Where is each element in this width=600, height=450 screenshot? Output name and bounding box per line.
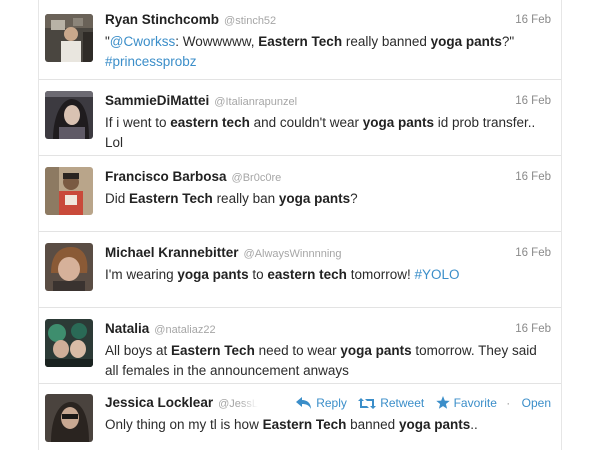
avatar[interactable]: [45, 91, 93, 139]
highlight-term: Eastern Tech: [262, 417, 347, 432]
user-fullname[interactable]: Natalia: [105, 321, 149, 336]
user-fullname[interactable]: Michael Krannebitter: [105, 245, 239, 260]
retweet-action[interactable]: Retweet: [358, 394, 424, 412]
user-handle[interactable]: @Italianrapunzel: [214, 96, 297, 108]
reply-action[interactable]: Reply: [296, 394, 347, 412]
tweet-text-part: ..: [470, 417, 478, 432]
tweet-text-part: Did: [105, 191, 130, 206]
highlight-term: Eastern Tech: [171, 343, 255, 358]
tweet-item[interactable]: Jessica Locklear @JessL Reply Retweet Fav…: [39, 384, 561, 450]
reply-arrow-icon: [296, 397, 312, 409]
tweet-text-part: ?: [350, 191, 358, 206]
tweet-text: If i went to eastern tech and couldn't w…: [105, 113, 551, 153]
star-icon: [435, 396, 450, 409]
tweet-text: All boys at Eastern Tech need to wear yo…: [105, 341, 551, 381]
highlight-term: eastern tech: [170, 115, 250, 130]
tweet-text-part: All boys at: [105, 343, 172, 358]
highlight-term: yoga pants: [278, 191, 351, 206]
tweet-item[interactable]: Michael Krannebitter @AlwaysWinnnning 16 …: [39, 232, 561, 308]
hashtag-link[interactable]: #YOLO: [414, 267, 459, 282]
tweet-text-part: to: [248, 267, 268, 282]
tweet-timestamp[interactable]: 16 Feb: [515, 320, 551, 338]
highlight-term: Eastern Tech: [129, 191, 213, 206]
avatar[interactable]: [45, 243, 93, 291]
tweet-text-part: really banned: [342, 34, 431, 49]
screenshot-frame: Ryan Stinchcomb @stinch52 16 Feb "@Cworks…: [0, 0, 600, 450]
user-handle[interactable]: @stinch52: [224, 15, 276, 27]
tweet-text-part: banned: [346, 417, 399, 432]
tweet-text-part: Only thing on my tl is how: [105, 417, 263, 432]
avatar[interactable]: [45, 14, 93, 62]
tweet-text: "@Cworkss: Wowwwww, Eastern Tech really …: [105, 32, 551, 72]
tweet-timeline: Ryan Stinchcomb @stinch52 16 Feb "@Cworks…: [38, 0, 562, 450]
open-action[interactable]: Open: [522, 394, 551, 412]
tweet-text: Only thing on my tl is how Eastern Tech …: [105, 415, 551, 435]
tweet-text-part: I'm wearing: [105, 267, 178, 282]
tweet-timestamp[interactable]: 16 Feb: [515, 92, 551, 110]
highlight-term: yoga pants: [362, 115, 434, 130]
hashtag-link[interactable]: #princessprobz: [105, 54, 197, 69]
tweet-text-part: tomorrow!: [346, 267, 415, 282]
tweet-timestamp[interactable]: 16 Feb: [515, 11, 551, 29]
tweet-timestamp[interactable]: 16 Feb: [515, 244, 551, 262]
avatar[interactable]: [45, 394, 93, 442]
tweet-text-part: ?": [501, 34, 515, 49]
reply-label: Reply: [316, 396, 347, 410]
user-handle[interactable]: @nataliaz22: [154, 324, 215, 336]
action-separator: ·: [506, 396, 511, 410]
favorite-action[interactable]: Favorite: [435, 394, 497, 412]
tweet-item[interactable]: SammieDiMattei @Italianrapunzel 16 Feb If…: [39, 80, 561, 156]
tweet-timestamp[interactable]: 16 Feb: [515, 168, 551, 186]
user-handle[interactable]: @JessL: [218, 398, 258, 410]
tweet-text-part: and couldn't wear: [249, 115, 363, 130]
tweet-text: Did Eastern Tech really ban yoga pants?: [105, 189, 551, 209]
tweet-text-part: If i went to: [105, 115, 171, 130]
tweet-item[interactable]: Natalia @nataliaz22 16 Feb All boys at Ea…: [39, 308, 561, 384]
highlight-term: yoga pants: [177, 267, 249, 282]
tweet-text: I'm wearing yoga pants to eastern tech t…: [105, 265, 551, 285]
tweet-item[interactable]: Francisco Barbosa @Br0c0re 16 Feb Did Eas…: [39, 156, 561, 232]
highlight-term: Eastern Tech: [258, 34, 343, 49]
tweet-text-part: need to wear: [254, 343, 341, 358]
highlight-term: yoga pants: [430, 34, 502, 49]
retweet-icon: [358, 398, 377, 409]
highlight-term: yoga pants: [398, 417, 471, 432]
user-handle[interactable]: @Br0c0re: [232, 172, 282, 184]
retweet-label: Retweet: [380, 396, 425, 410]
mention-link[interactable]: @Cworkss: [110, 34, 175, 49]
user-fullname[interactable]: Ryan Stinchcomb: [105, 12, 219, 27]
user-handle[interactable]: @AlwaysWinnnning: [244, 248, 342, 260]
highlight-term: eastern tech: [267, 267, 347, 282]
tweet-item[interactable]: Ryan Stinchcomb @stinch52 16 Feb "@Cworks…: [39, 0, 561, 80]
tweet-text-part: really ban: [212, 191, 279, 206]
user-fullname[interactable]: Jessica Locklear: [105, 395, 213, 410]
user-fullname[interactable]: SammieDiMattei: [105, 93, 209, 108]
highlight-term: yoga pants: [340, 343, 412, 358]
user-fullname[interactable]: Francisco Barbosa: [105, 169, 227, 184]
tweet-text-part: : Wowwwww,: [175, 34, 259, 49]
favorite-label: Favorite: [453, 396, 497, 410]
avatar[interactable]: [45, 167, 93, 215]
tweet-actions: Reply Retweet Favorite · Open: [282, 394, 551, 412]
avatar[interactable]: [45, 319, 93, 367]
